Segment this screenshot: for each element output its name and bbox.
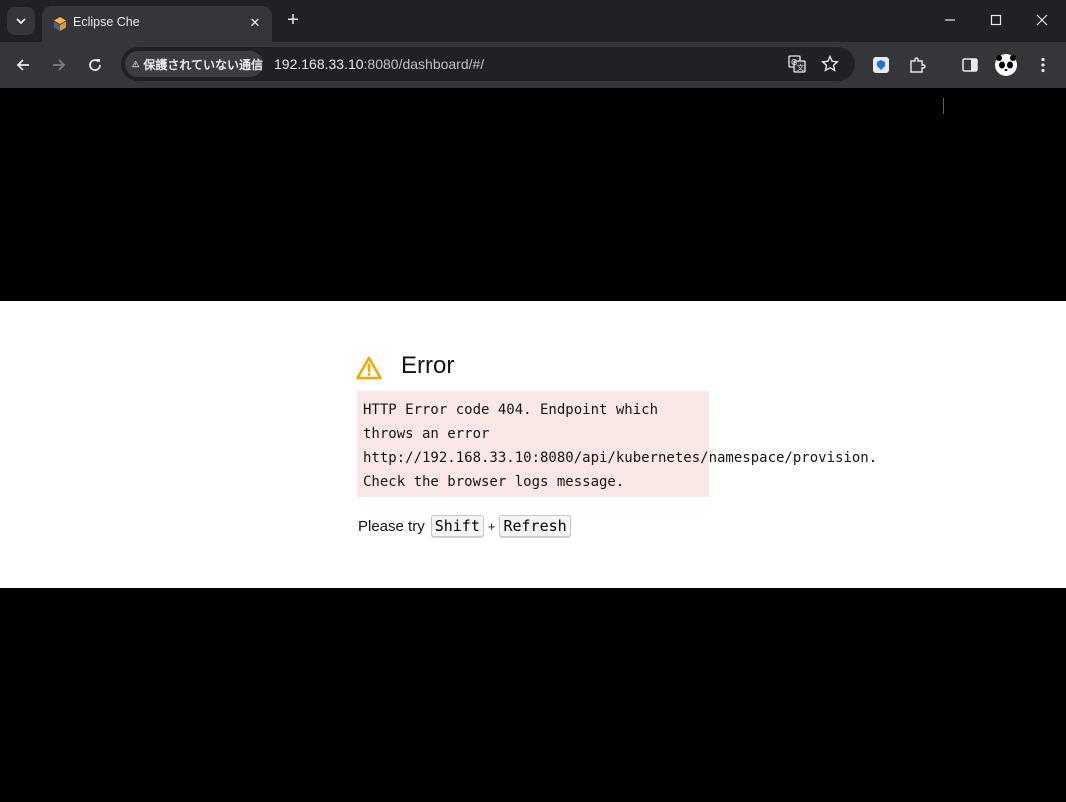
extension-button[interactable] [869, 53, 893, 77]
url-path: :8080/dashboard/#/ [363, 56, 485, 72]
profile-avatar-icon [995, 54, 1017, 76]
url-text: 192.168.33.10:8080/dashboard/#/ [274, 56, 484, 72]
security-chip-label: 保護されていない通信 [143, 57, 263, 72]
minimize-button[interactable] [927, 0, 973, 40]
error-line: http://192.168.33.10:8080/api/kubernetes… [363, 450, 878, 466]
back-icon [16, 59, 29, 71]
tab-eclipse-che[interactable]: Eclipse Che ✕ [42, 6, 272, 42]
extension-puzzle-icon [910, 57, 926, 73]
error-header [356, 352, 382, 384]
close-window-button[interactable] [1019, 0, 1065, 40]
tab-close-icon[interactable]: ✕ [246, 14, 264, 32]
warning-triangle-icon [356, 356, 382, 380]
back-button[interactable] [9, 51, 37, 79]
maximize-button[interactable] [973, 0, 1019, 40]
svg-text:文: 文 [797, 63, 804, 72]
toolbar-divider [943, 98, 944, 114]
error-line: HTTP Error code 404. Endpoint which [363, 402, 659, 418]
shift-key: Shift [430, 515, 484, 537]
extensions-menu-button[interactable] [905, 53, 929, 77]
browser-chrome: Eclipse Che ✕ + 保護されていない通信 192.168.33.10… [0, 0, 1066, 114]
reload-icon [89, 59, 101, 71]
refresh-key: Refresh [499, 515, 571, 537]
tab-search-button[interactable] [7, 7, 35, 35]
error-title: Error [401, 352, 455, 379]
security-chip[interactable]: 保護されていない通信 [125, 51, 263, 77]
maximize-icon [990, 14, 1002, 26]
tab-strip: Eclipse Che ✕ + [0, 0, 1066, 42]
new-tab-button[interactable]: + [283, 10, 303, 30]
error-line: throws an error [363, 426, 490, 442]
menu-kebab-icon [1041, 57, 1045, 73]
reload-hint: Please try Shift + Refresh [358, 515, 571, 537]
star-icon [821, 55, 839, 72]
address-bar[interactable]: 保護されていない通信 192.168.33.10:8080/dashboard/… [121, 47, 855, 81]
tab-title: Eclipse Che [73, 15, 140, 29]
browser-toolbar: 保護されていない通信 192.168.33.10:8080/dashboard/… [0, 42, 1066, 114]
url-host: 192.168.33.10 [274, 56, 364, 72]
extension-shield-icon [873, 57, 889, 73]
bookmark-button[interactable] [820, 54, 840, 74]
eclipse-che-favicon-icon [54, 17, 66, 31]
tab-search-icon [16, 18, 26, 25]
close-window-icon [1036, 14, 1048, 26]
profile-button[interactable] [994, 53, 1018, 77]
error-line: Check the browser logs message. [363, 474, 625, 490]
forward-button[interactable] [45, 51, 73, 79]
hint-plus: + [487, 518, 496, 534]
hint-prefix: Please try [358, 517, 425, 535]
browser-menu-button[interactable] [1031, 53, 1055, 77]
forward-icon [53, 59, 66, 71]
reload-button[interactable] [81, 51, 109, 79]
side-panel-button[interactable] [958, 53, 982, 77]
error-message: HTTP Error code 404. Endpoint which throw… [363, 398, 923, 494]
side-panel-icon [962, 58, 978, 72]
translate-icon: G 文 [788, 55, 806, 73]
translate-button[interactable]: G 文 [787, 54, 807, 74]
minimize-icon [945, 19, 955, 21]
warning-icon [132, 60, 140, 68]
